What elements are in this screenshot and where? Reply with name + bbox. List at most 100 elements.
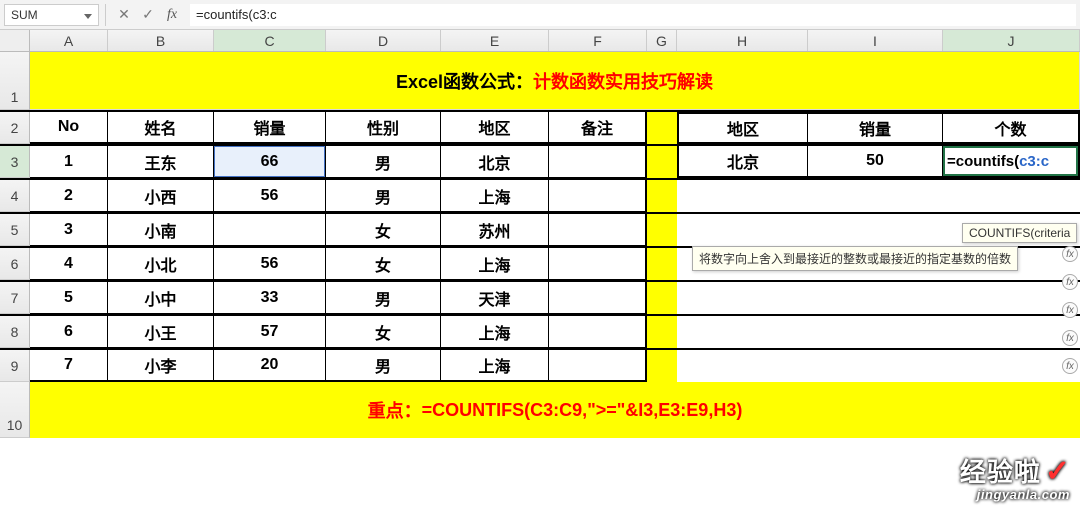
cell-E4[interactable]: 上海 (441, 180, 549, 212)
col-header-A[interactable]: A (30, 30, 108, 51)
header-name[interactable]: 姓名 (108, 112, 214, 144)
cell-E5[interactable]: 苏州 (441, 214, 549, 246)
gap-cell[interactable] (647, 214, 677, 246)
cell-I9[interactable] (808, 350, 943, 382)
gap-cell[interactable] (647, 350, 677, 382)
enter-button[interactable]: ✓ (136, 4, 160, 26)
cell-I8[interactable] (808, 316, 943, 348)
cell-F9[interactable] (549, 350, 647, 382)
row-header-10[interactable]: 10 (0, 382, 30, 438)
cell-I4[interactable] (808, 180, 943, 212)
cell-D4[interactable]: 男 (326, 180, 441, 212)
cell-C7[interactable]: 33 (214, 282, 326, 314)
row-header-1[interactable]: 1 (0, 52, 30, 110)
header-sales[interactable]: 销量 (214, 112, 326, 144)
col-header-C[interactable]: C (214, 30, 326, 51)
header-right-sales[interactable]: 销量 (808, 114, 943, 144)
cell-I5[interactable] (808, 214, 943, 246)
cell-E8[interactable]: 上海 (441, 316, 549, 348)
fx-hint-icon[interactable]: fx (1062, 358, 1078, 374)
cell-A4[interactable]: 2 (30, 180, 108, 212)
cell-B5[interactable]: 小南 (108, 214, 214, 246)
row-header-8[interactable]: 8 (0, 316, 30, 348)
cell-F3[interactable] (549, 146, 647, 178)
cell-C6[interactable]: 56 (214, 248, 326, 280)
cell-H5[interactable] (677, 214, 808, 246)
select-all-corner[interactable] (0, 30, 30, 51)
cell-E7[interactable]: 天津 (441, 282, 549, 314)
cell-A6[interactable]: 4 (30, 248, 108, 280)
cell-J8[interactable] (943, 316, 1080, 348)
name-box[interactable]: SUM (4, 4, 99, 26)
cell-B3[interactable]: 王东 (108, 146, 214, 178)
cell-D9[interactable]: 男 (326, 350, 441, 382)
gap-cell[interactable] (647, 146, 677, 178)
col-header-F[interactable]: F (549, 30, 647, 51)
cell-C8[interactable]: 57 (214, 316, 326, 348)
cell-C5[interactable] (214, 214, 326, 246)
formula-input[interactable] (190, 4, 1076, 26)
header-remark[interactable]: 备注 (549, 112, 647, 144)
col-header-E[interactable]: E (441, 30, 549, 51)
cell-H9[interactable] (677, 350, 808, 382)
row-header-7[interactable]: 7 (0, 282, 30, 314)
col-header-D[interactable]: D (326, 30, 441, 51)
cell-I7[interactable] (808, 282, 943, 314)
cell-D3[interactable]: 男 (326, 146, 441, 178)
cell-F6[interactable] (549, 248, 647, 280)
cell-B8[interactable]: 小王 (108, 316, 214, 348)
row-header-6[interactable]: 6 (0, 248, 30, 280)
cell-I3[interactable]: 50 (808, 146, 943, 178)
cell-D5[interactable]: 女 (326, 214, 441, 246)
row-header-4[interactable]: 4 (0, 180, 30, 212)
gap-cell[interactable] (647, 282, 677, 314)
cell-E3[interactable]: 北京 (441, 146, 549, 178)
row-header-2[interactable]: 2 (0, 112, 30, 144)
col-header-J[interactable]: J (943, 30, 1080, 51)
col-header-I[interactable]: I (808, 30, 943, 51)
cell-F7[interactable] (549, 282, 647, 314)
cell-B7[interactable]: 小中 (108, 282, 214, 314)
header-no[interactable]: No (30, 112, 108, 144)
cell-A8[interactable]: 6 (30, 316, 108, 348)
cell-A9[interactable]: 7 (30, 350, 108, 382)
fx-hint-icon[interactable]: fx (1062, 246, 1078, 262)
cell-C3[interactable]: 66 (214, 146, 326, 178)
cell-B9[interactable]: 小李 (108, 350, 214, 382)
cell-E6[interactable]: 上海 (441, 248, 549, 280)
cell-A5[interactable]: 3 (30, 214, 108, 246)
cell-A7[interactable]: 5 (30, 282, 108, 314)
cell-J3-editing[interactable]: =countifs(c3:c (943, 146, 1080, 178)
cell-H4[interactable] (677, 180, 808, 212)
cell-E9[interactable]: 上海 (441, 350, 549, 382)
cell-H8[interactable] (677, 316, 808, 348)
cell-D7[interactable]: 男 (326, 282, 441, 314)
col-header-G[interactable]: G (647, 30, 677, 51)
header-gender[interactable]: 性别 (326, 112, 441, 144)
cell-F8[interactable] (549, 316, 647, 348)
row-header-9[interactable]: 9 (0, 350, 30, 382)
gap-cell[interactable] (647, 180, 677, 212)
header-right-count[interactable]: 个数 (943, 114, 1080, 144)
cancel-button[interactable]: ✕ (112, 4, 136, 26)
cell-J9[interactable] (943, 350, 1080, 382)
row-header-5[interactable]: 5 (0, 214, 30, 246)
cell-H3[interactable]: 北京 (677, 146, 808, 178)
gap-cell[interactable] (647, 112, 677, 144)
cell-J7[interactable] (943, 282, 1080, 314)
fx-hint-icon[interactable]: fx (1062, 274, 1078, 290)
header-right-region[interactable]: 地区 (677, 114, 808, 144)
gap-cell[interactable] (647, 248, 677, 280)
cell-C9[interactable]: 20 (214, 350, 326, 382)
cell-D6[interactable]: 女 (326, 248, 441, 280)
col-header-B[interactable]: B (108, 30, 214, 51)
cell-J4[interactable] (943, 180, 1080, 212)
cell-D8[interactable]: 女 (326, 316, 441, 348)
cell-B6[interactable]: 小北 (108, 248, 214, 280)
cell-C4[interactable]: 56 (214, 180, 326, 212)
cell-A3[interactable]: 1 (30, 146, 108, 178)
fx-hint-icon[interactable]: fx (1062, 330, 1078, 346)
fx-button[interactable]: fx (160, 4, 184, 26)
col-header-H[interactable]: H (677, 30, 808, 51)
cell-F4[interactable] (549, 180, 647, 212)
